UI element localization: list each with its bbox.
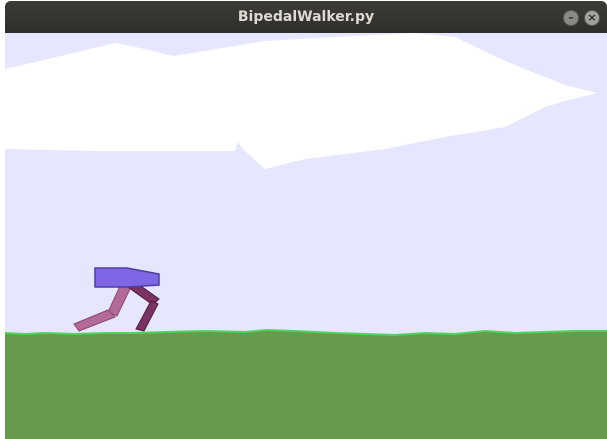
minimize-button[interactable]: – [563, 10, 579, 26]
window-title: BipedalWalker.py [237, 9, 375, 25]
game-viewport[interactable] [5, 33, 607, 439]
close-button[interactable]: × [584, 10, 600, 26]
app-window: BipedalWalker.py – × [5, 1, 607, 439]
game-canvas [5, 33, 607, 439]
title-bar[interactable]: BipedalWalker.py – × [5, 1, 607, 33]
ground [5, 330, 607, 439]
